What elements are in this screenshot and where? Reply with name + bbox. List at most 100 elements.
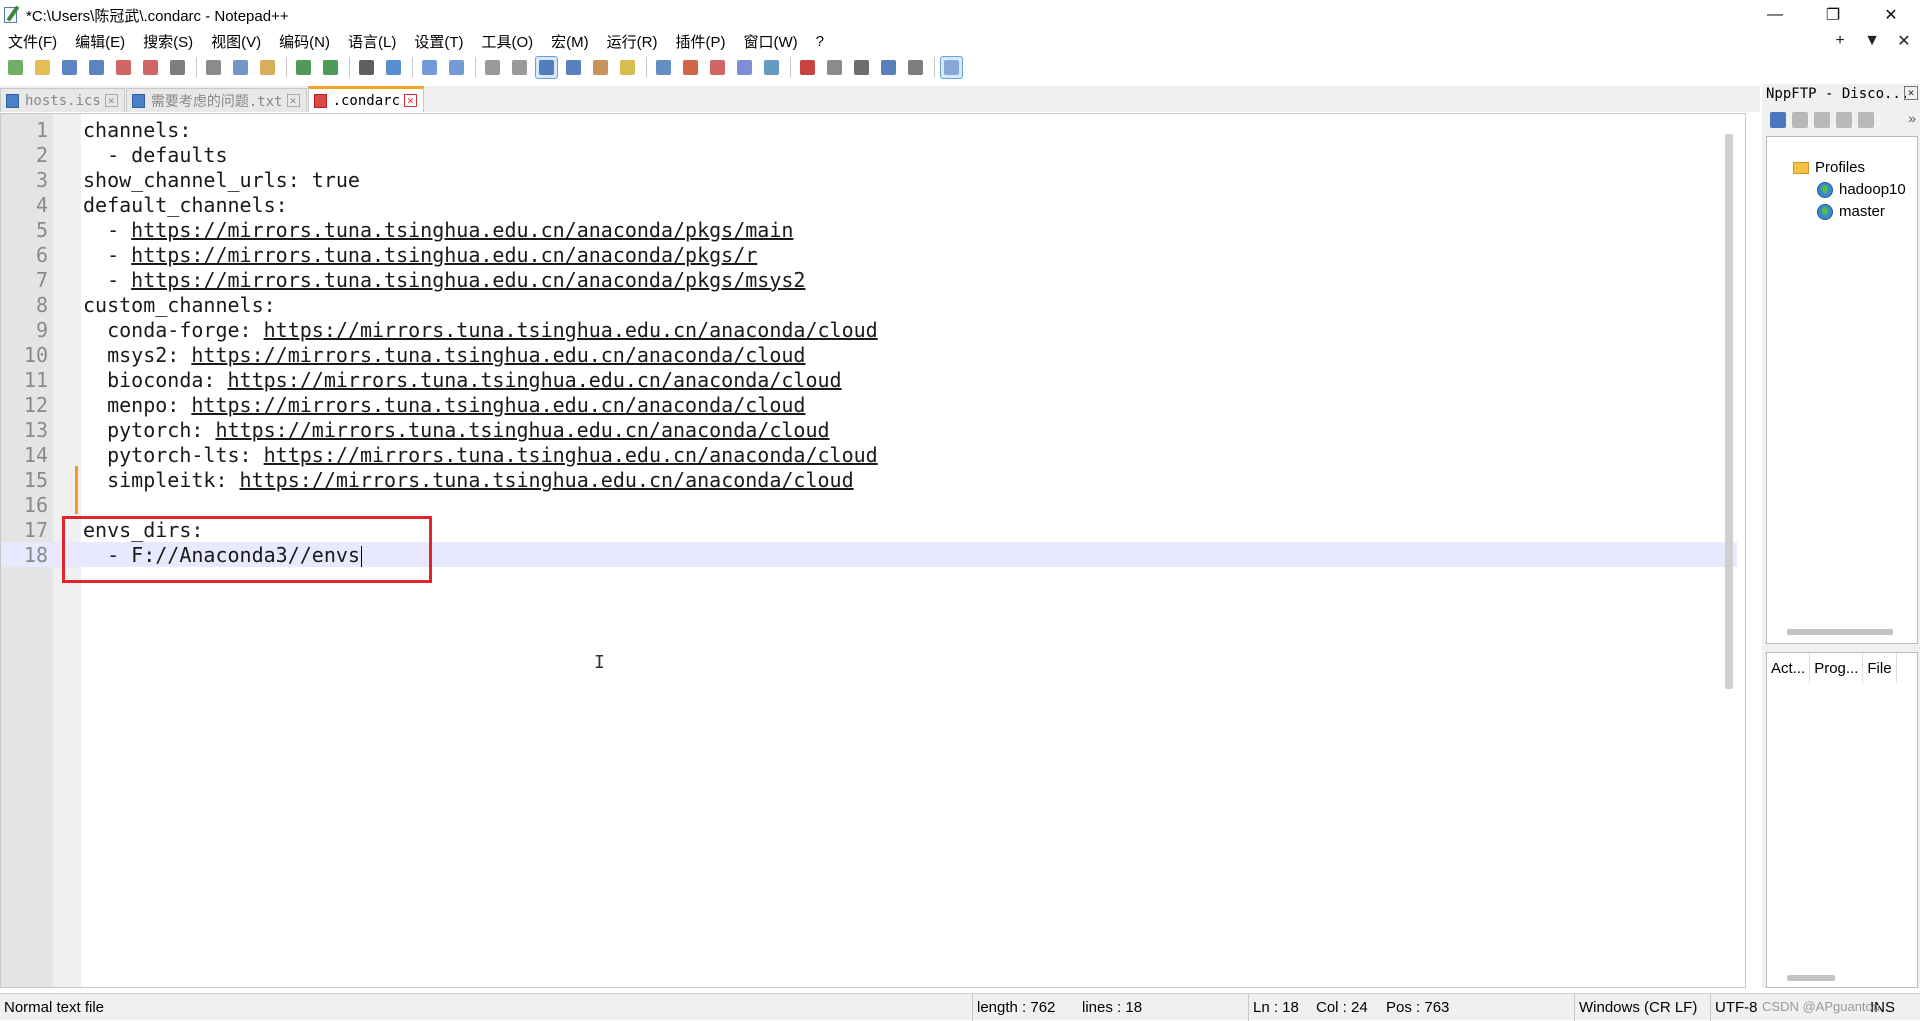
url-link[interactable]: https://mirrors.tuna.tsinghua.edu.cn/ana… [191, 393, 805, 417]
menu-tools[interactable]: 工具(O) [472, 31, 542, 52]
menu-language[interactable]: 语言(L) [339, 31, 405, 52]
new-tab-button[interactable]: + [1824, 32, 1856, 50]
url-link[interactable]: https://mirrors.tuna.tsinghua.edu.cn/ana… [240, 468, 854, 492]
menu-settings[interactable]: 设置(T) [405, 31, 472, 52]
editor-line[interactable]: 3 show_channel_urls: true [1, 167, 1737, 192]
profiles-tree[interactable]: Profiles hadoop10 master [1766, 136, 1918, 644]
editor-line[interactable]: 1 channels: [1, 117, 1737, 142]
menu-search[interactable]: 搜索(S) [134, 31, 202, 52]
replace-icon[interactable] [383, 57, 404, 78]
indent-guide-icon[interactable] [590, 57, 611, 78]
folder-workspace-icon[interactable] [707, 57, 728, 78]
menu-window[interactable]: 窗口(W) [734, 31, 806, 52]
editor-line[interactable]: 4 default_channels: [1, 192, 1737, 217]
tab-list-button[interactable]: ▼ [1856, 32, 1888, 50]
sync-vertical-icon[interactable] [482, 57, 503, 78]
upload-icon[interactable] [1836, 112, 1852, 128]
url-link[interactable]: https://mirrors.tuna.tsinghua.edu.cn/ana… [191, 343, 805, 367]
editor-line[interactable]: 5 - https://mirrors.tuna.tsinghua.edu.cn… [1, 217, 1737, 242]
download-icon[interactable] [1814, 112, 1830, 128]
status-eol[interactable]: Windows (CR LF) [1574, 994, 1710, 1021]
function-list-icon[interactable] [680, 57, 701, 78]
close-icon[interactable] [113, 57, 134, 78]
url-link[interactable]: https://mirrors.tuna.tsinghua.edu.cn/ana… [264, 318, 878, 342]
save-icon[interactable] [59, 57, 80, 78]
close-all-icon[interactable] [140, 57, 161, 78]
more-tools-icon[interactable]: » [1908, 110, 1916, 126]
menu-encoding[interactable]: 编码(N) [270, 31, 339, 52]
close-document-button[interactable]: ✕ [1888, 31, 1920, 51]
new-file-icon[interactable] [5, 57, 26, 78]
url-link[interactable]: https://mirrors.tuna.tsinghua.edu.cn/ana… [131, 243, 757, 267]
maximize-button[interactable]: ❐ [1804, 0, 1862, 30]
url-link[interactable]: https://mirrors.tuna.tsinghua.edu.cn/ana… [131, 268, 805, 292]
run-macro-multiple-icon[interactable] [878, 57, 899, 78]
menu-edit[interactable]: 编辑(E) [66, 31, 134, 52]
url-link[interactable]: https://mirrors.tuna.tsinghua.edu.cn/ana… [264, 443, 878, 467]
zoom-in-icon[interactable] [419, 57, 440, 78]
close-window-button[interactable]: ✕ [1862, 0, 1920, 30]
queue-col-progress[interactable]: Prog... [1810, 653, 1864, 683]
menu-file[interactable]: 文件(F) [0, 31, 66, 52]
queue-col-action[interactable]: Act... [1767, 653, 1811, 683]
connect-icon[interactable] [1770, 112, 1786, 128]
text-area[interactable]: 1 channels: 2 - defaults 3 show_channel_urls… [1, 117, 1737, 567]
url-link[interactable]: https://mirrors.tuna.tsinghua.edu.cn/ana… [228, 368, 842, 392]
cut-icon[interactable] [203, 57, 224, 78]
queue-col-file[interactable]: File [1863, 653, 1897, 683]
tree-item-profiles[interactable]: Profiles [1793, 159, 1865, 176]
editor-line[interactable]: 6 - https://mirrors.tuna.tsinghua.edu.cn… [1, 242, 1737, 267]
editor-line[interactable]: 16 [1, 492, 1737, 517]
find-icon[interactable] [356, 57, 377, 78]
url-link[interactable]: https://mirrors.tuna.tsinghua.edu.cn/ana… [131, 218, 793, 242]
save-all-icon[interactable] [86, 57, 107, 78]
tab-condarc[interactable]: .condarc ✕ [307, 86, 425, 112]
tree-item-hadoop10[interactable]: hadoop10 [1817, 181, 1906, 198]
copy-icon[interactable] [230, 57, 251, 78]
print-icon[interactable] [167, 57, 188, 78]
word-wrap-icon[interactable] [535, 55, 558, 79]
tab-hosts-ics[interactable]: hosts.ics ✕ [0, 88, 125, 112]
editor-line[interactable]: 11 bioconda: https://mirrors.tuna.tsingh… [1, 367, 1737, 392]
play-macro-icon[interactable] [851, 57, 872, 78]
tree-horizontal-scrollbar[interactable] [1787, 629, 1893, 635]
udl-icon[interactable] [617, 57, 638, 78]
zoom-out-icon[interactable] [446, 57, 467, 78]
editor-line[interactable]: 7 - https://mirrors.tuna.tsinghua.edu.cn… [1, 267, 1737, 292]
tab-issues-txt[interactable]: 需要考虑的问题.txt ✕ [125, 88, 307, 112]
menu-run[interactable]: 运行(R) [598, 31, 667, 52]
minimize-button[interactable]: — [1746, 0, 1804, 30]
open-file-icon[interactable] [32, 57, 53, 78]
menu-view[interactable]: 视图(V) [202, 31, 270, 52]
nppftp-icon[interactable] [940, 55, 963, 79]
undo-icon[interactable] [293, 57, 314, 78]
doc-map-icon[interactable] [653, 57, 674, 78]
editor-line[interactable]: 14 pytorch-lts: https://mirrors.tuna.tsi… [1, 442, 1737, 467]
refresh-icon[interactable] [1858, 112, 1874, 128]
monitoring-icon[interactable] [761, 57, 782, 78]
url-link[interactable]: https://mirrors.tuna.tsinghua.edu.cn/ana… [215, 418, 829, 442]
queue-horizontal-scrollbar[interactable] [1787, 975, 1835, 981]
close-tab-icon[interactable]: ✕ [104, 94, 118, 107]
paste-icon[interactable] [257, 57, 278, 78]
menu-help[interactable]: ? [807, 33, 833, 50]
close-tab-icon[interactable]: ✕ [404, 94, 418, 107]
editor-line[interactable]: 9 conda-forge: https://mirrors.tuna.tsin… [1, 317, 1737, 342]
editor-line[interactable]: 2 - defaults [1, 142, 1737, 167]
disconnect-icon[interactable] [1792, 112, 1808, 128]
close-panel-icon[interactable]: ✕ [1904, 86, 1918, 100]
editor-line[interactable]: 12 menpo: https://mirrors.tuna.tsinghua.… [1, 392, 1737, 417]
show-all-chars-icon[interactable] [563, 57, 584, 78]
stop-record-icon[interactable] [824, 57, 845, 78]
menu-plugins[interactable]: 插件(P) [666, 31, 734, 52]
menu-macro[interactable]: 宏(M) [542, 31, 598, 52]
redo-icon[interactable] [320, 57, 341, 78]
record-macro-icon[interactable] [797, 57, 818, 78]
editor-line[interactable]: 10 msys2: https://mirrors.tuna.tsinghua.… [1, 342, 1737, 367]
close-tab-icon[interactable]: ✕ [286, 94, 300, 107]
tree-item-master[interactable]: master [1817, 203, 1885, 220]
save-macro-icon[interactable] [905, 57, 926, 78]
editor-line[interactable]: 13 pytorch: https://mirrors.tuna.tsinghu… [1, 417, 1737, 442]
editor-line[interactable]: 8 custom_channels: [1, 292, 1737, 317]
sync-horizontal-icon[interactable] [509, 57, 530, 78]
